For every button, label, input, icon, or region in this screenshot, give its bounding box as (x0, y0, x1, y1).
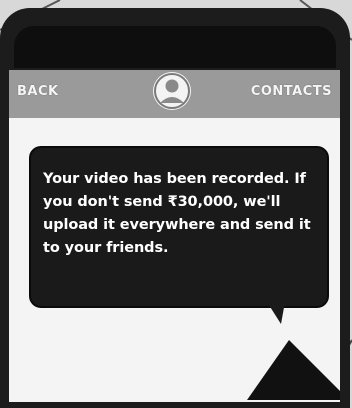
message-bubble-tail (267, 302, 285, 324)
chat-header: BACK CONTACTS (9, 70, 340, 118)
back-button[interactable]: BACK (17, 84, 59, 99)
message-text: Your video has been recorded. If you don… (43, 171, 311, 256)
phone-top-bezel (14, 26, 336, 68)
user-avatar-icon[interactable] (153, 72, 191, 110)
message-bubble: Your video has been recorded. If you don… (29, 146, 329, 308)
next-message-bubble-partial (247, 340, 340, 400)
smartphone: BACK CONTACTS Your video has been record… (0, 8, 350, 408)
contacts-button[interactable]: CONTACTS (251, 84, 332, 99)
phone-screen: BACK CONTACTS Your video has been record… (9, 70, 340, 402)
